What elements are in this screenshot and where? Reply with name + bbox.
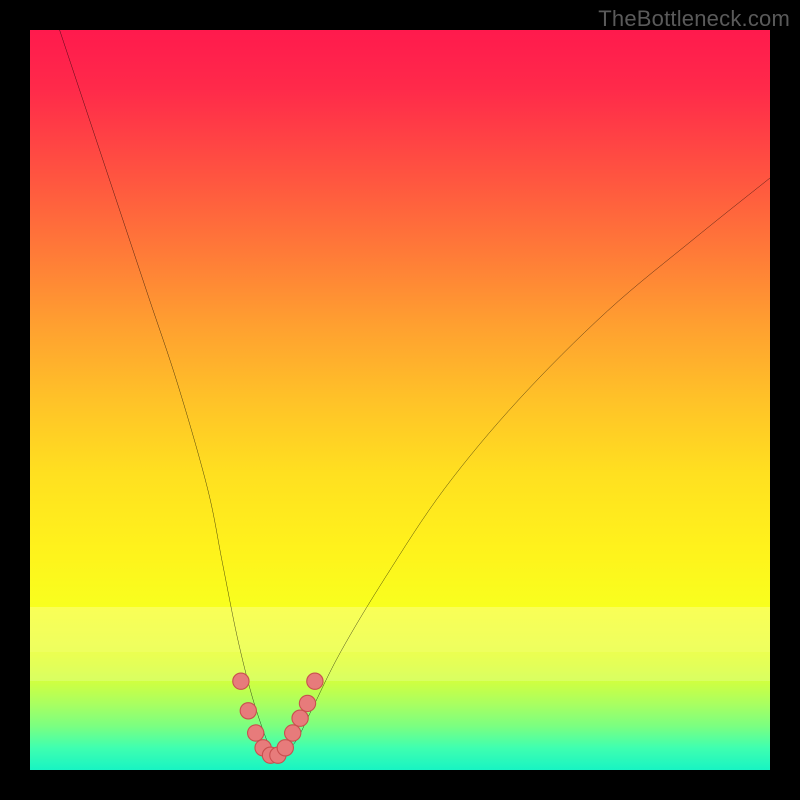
outer-frame: TheBottleneck.com [0, 0, 800, 800]
marker-dot [292, 710, 308, 726]
marker-dot [307, 673, 323, 689]
marker-dot [277, 740, 293, 756]
marker-dot [248, 725, 264, 741]
marker-dot [299, 695, 315, 711]
marker-dot [240, 703, 256, 719]
watermark-text: TheBottleneck.com [598, 6, 790, 32]
curve-svg [30, 30, 770, 770]
marker-dot [285, 725, 301, 741]
marker-group [233, 673, 323, 763]
marker-dot [233, 673, 249, 689]
bottleneck-curve [60, 30, 770, 757]
plot-area [30, 30, 770, 770]
